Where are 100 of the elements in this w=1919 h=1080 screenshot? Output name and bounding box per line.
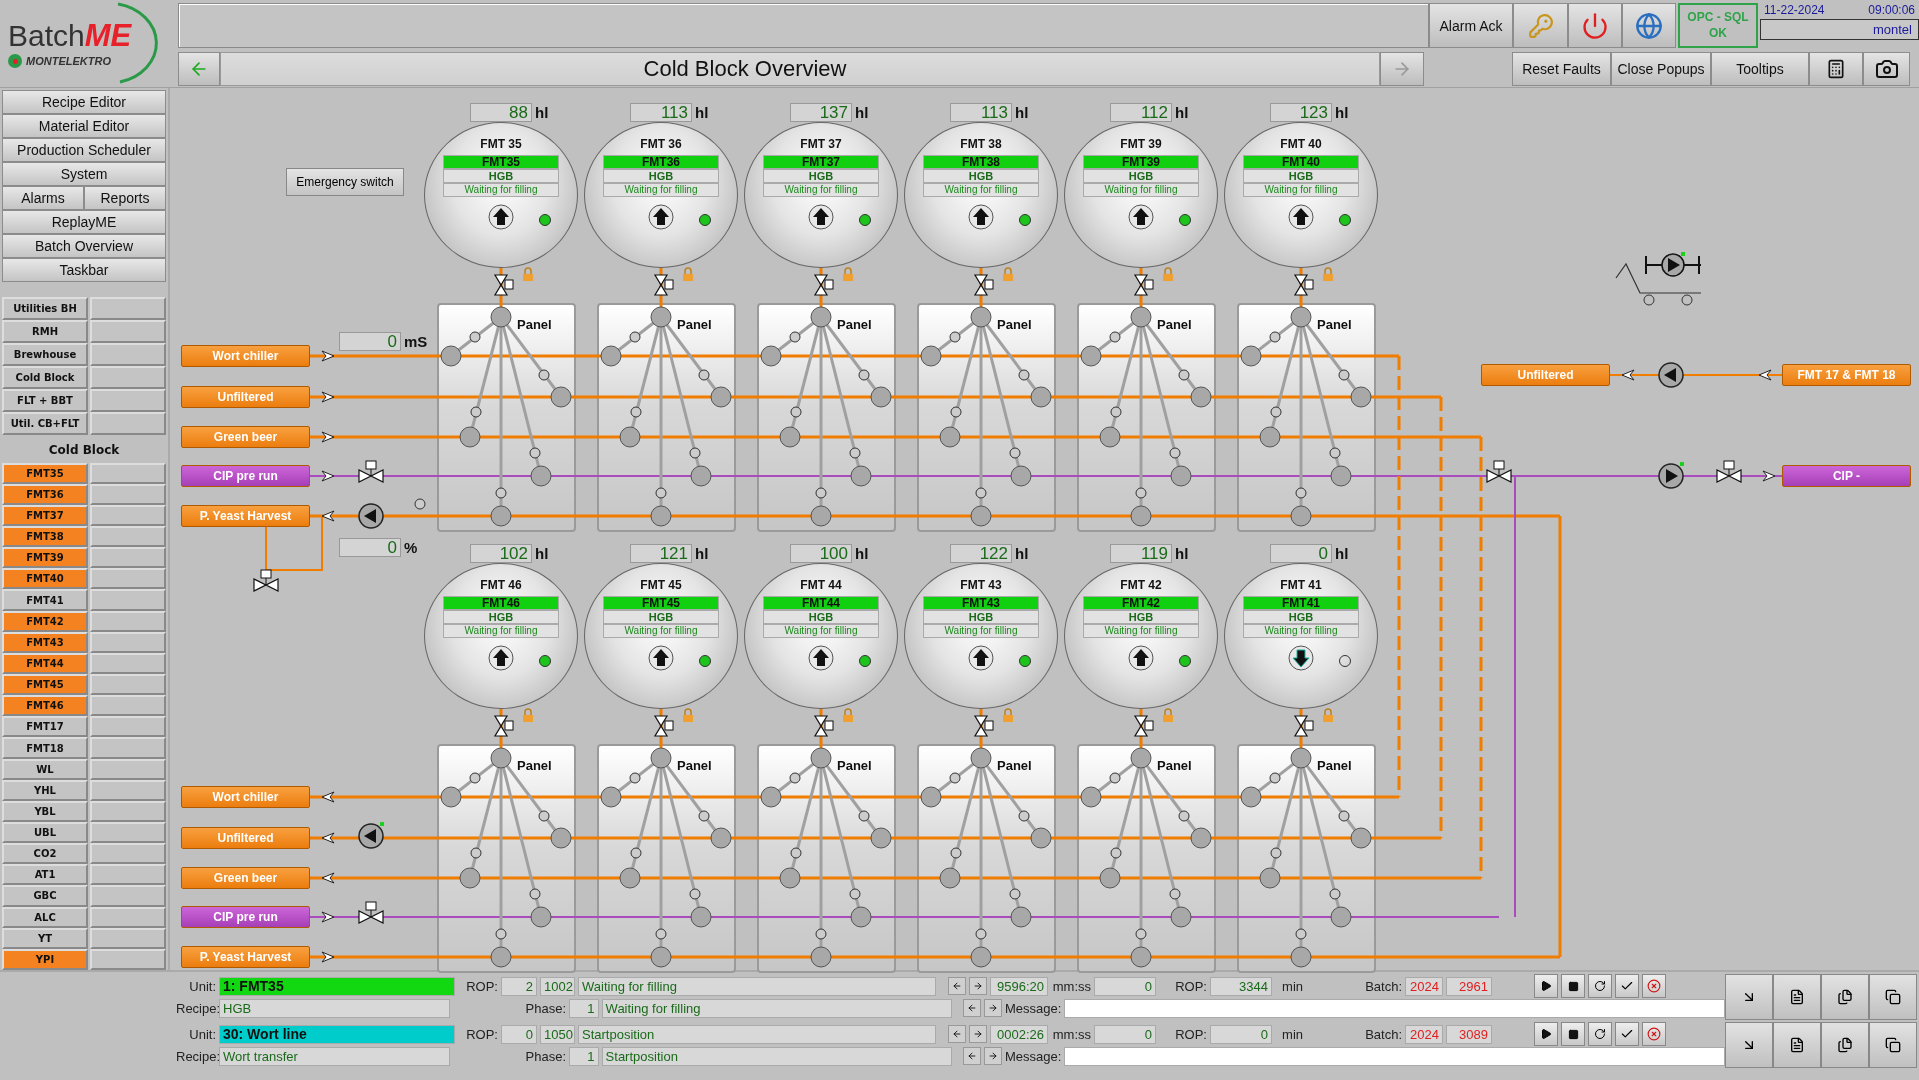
abort-button[interactable]	[1642, 1022, 1666, 1046]
unit-button[interactable]: FMT37	[2, 504, 88, 527]
blank-button[interactable]	[90, 631, 166, 653]
blank-button[interactable]	[90, 504, 166, 527]
menu-button[interactable]: Batch Overview	[2, 234, 166, 258]
blank-button[interactable]	[90, 365, 166, 389]
blank-button[interactable]	[90, 589, 166, 611]
blank-button[interactable]	[90, 411, 166, 435]
tank-vessel[interactable]: FMT 35 FMT35 HGB Waiting for filling	[424, 122, 578, 268]
previous-button[interactable]	[963, 1047, 982, 1065]
unit-button[interactable]: YBL	[2, 800, 88, 822]
unit-button[interactable]: YT	[2, 927, 88, 949]
reset-button[interactable]	[1588, 1022, 1612, 1046]
unit-button[interactable]: GBC	[2, 885, 88, 907]
area-button[interactable]: Util. CB+FLT	[2, 411, 88, 435]
tank-vessel[interactable]: FMT 45 FMT45 HGB Waiting for filling	[584, 563, 738, 709]
back-button[interactable]	[178, 52, 220, 86]
area-button[interactable]: Brewhouse	[2, 342, 88, 366]
blank-button[interactable]	[90, 342, 166, 366]
blank-button[interactable]	[90, 462, 166, 484]
abort-button[interactable]	[1642, 974, 1666, 998]
unit-button[interactable]: YHL	[2, 779, 88, 801]
unit-button[interactable]: FMT42	[2, 610, 88, 632]
next-button[interactable]	[984, 999, 1002, 1017]
stop-button[interactable]	[1561, 1022, 1585, 1046]
line-button[interactable]: CIP pre run	[181, 465, 310, 487]
menu-button[interactable]: Recipe Editor	[2, 90, 166, 114]
blank-button[interactable]	[90, 716, 166, 738]
stop-button[interactable]	[1561, 974, 1585, 998]
blank-button[interactable]	[90, 652, 166, 674]
unit-button[interactable]: AT1	[2, 864, 88, 886]
toolbar-button[interactable]: Tooltips	[1711, 52, 1809, 86]
play-button[interactable]	[1534, 974, 1558, 998]
menu-button[interactable]: Production Scheduler	[2, 138, 166, 162]
blank-button[interactable]	[90, 319, 166, 343]
tank-vessel[interactable]: FMT 39 FMT39 HGB Waiting for filling	[1064, 122, 1218, 268]
document-button[interactable]	[1773, 974, 1821, 1020]
tank-vessel[interactable]: FMT 36 FMT36 HGB Waiting for filling	[584, 122, 738, 268]
tank-vessel[interactable]: FMT 41 FMT41 HGB Waiting for filling	[1224, 563, 1378, 709]
tank-vessel[interactable]: FMT 37 FMT37 HGB Waiting for filling	[744, 122, 898, 268]
blank-button[interactable]	[90, 483, 166, 505]
unit-button[interactable]: WL	[2, 758, 88, 780]
unit-button[interactable]: FMT35	[2, 462, 88, 484]
unit-button[interactable]: ALC	[2, 906, 88, 928]
area-button[interactable]: FLT + BBT	[2, 388, 88, 412]
unit-button[interactable]: UBL	[2, 822, 88, 844]
unit-button[interactable]: FMT46	[2, 695, 88, 717]
unit-button[interactable]: FMT45	[2, 674, 88, 696]
blank-button[interactable]	[90, 547, 166, 569]
tank-vessel[interactable]: FMT 43 FMT43 HGB Waiting for filling	[904, 563, 1058, 709]
tank-vessel[interactable]: FMT 42 FMT42 HGB Waiting for filling	[1064, 563, 1218, 709]
tank-vessel[interactable]: FMT 38 FMT38 HGB Waiting for filling	[904, 122, 1058, 268]
tank-vessel[interactable]: FMT 40 FMT40 HGB Waiting for filling	[1224, 122, 1378, 268]
blank-button[interactable]	[90, 843, 166, 865]
blank-button[interactable]	[90, 388, 166, 412]
documents-button[interactable]	[1821, 974, 1869, 1020]
previous-button[interactable]	[948, 1025, 966, 1043]
tank-vessel[interactable]: FMT 44 FMT44 HGB Waiting for filling	[744, 563, 898, 709]
reset-button[interactable]	[1588, 974, 1612, 998]
menu-button[interactable]: Taskbar	[2, 258, 166, 282]
copy-button[interactable]	[1869, 1022, 1917, 1068]
line-button[interactable]: CIP -	[1782, 465, 1911, 487]
previous-button[interactable]	[963, 999, 982, 1017]
area-button[interactable]: RMH	[2, 319, 88, 343]
unit-button[interactable]: FMT17	[2, 716, 88, 738]
menu-button[interactable]: ReplayME	[2, 210, 166, 234]
blank-button[interactable]	[90, 779, 166, 801]
power-button[interactable]	[1568, 3, 1622, 48]
unit-button[interactable]: FMT38	[2, 526, 88, 548]
blank-button[interactable]	[90, 296, 166, 320]
blank-button[interactable]	[90, 906, 166, 928]
blank-button[interactable]	[90, 526, 166, 548]
blank-button[interactable]	[90, 695, 166, 717]
forward-button[interactable]	[1380, 52, 1424, 86]
blank-button[interactable]	[90, 758, 166, 780]
confirm-button[interactable]	[1615, 974, 1639, 998]
unit-button[interactable]: FMT44	[2, 652, 88, 674]
emergency-switch-button[interactable]: Emergency switch	[286, 168, 404, 196]
unit-button[interactable]: CO2	[2, 843, 88, 865]
document-button[interactable]	[1773, 1022, 1821, 1068]
unit-button[interactable]: FMT40	[2, 568, 88, 590]
previous-button[interactable]	[948, 977, 966, 995]
blank-button[interactable]	[90, 737, 166, 759]
unit-button[interactable]: FMT41	[2, 589, 88, 611]
blank-button[interactable]	[90, 674, 166, 696]
menu-button[interactable]: Material Editor	[2, 114, 166, 138]
area-button[interactable]: Cold Block	[2, 365, 88, 389]
blank-button[interactable]	[90, 568, 166, 590]
unit-button[interactable]: FMT18	[2, 737, 88, 759]
toolbar-button[interactable]: Close Popups	[1611, 52, 1711, 86]
blank-button[interactable]	[90, 822, 166, 844]
copy-button[interactable]	[1869, 974, 1917, 1020]
blank-button[interactable]	[90, 610, 166, 632]
blank-button[interactable]	[90, 927, 166, 949]
unit-button[interactable]: YPI	[2, 948, 88, 970]
tank-vessel[interactable]: FMT 46 FMT46 HGB Waiting for filling	[424, 563, 578, 709]
menu-button[interactable]: Reports	[84, 186, 166, 210]
unit-button[interactable]: FMT39	[2, 547, 88, 569]
blank-button[interactable]	[90, 800, 166, 822]
menu-button[interactable]: Alarms	[2, 186, 84, 210]
